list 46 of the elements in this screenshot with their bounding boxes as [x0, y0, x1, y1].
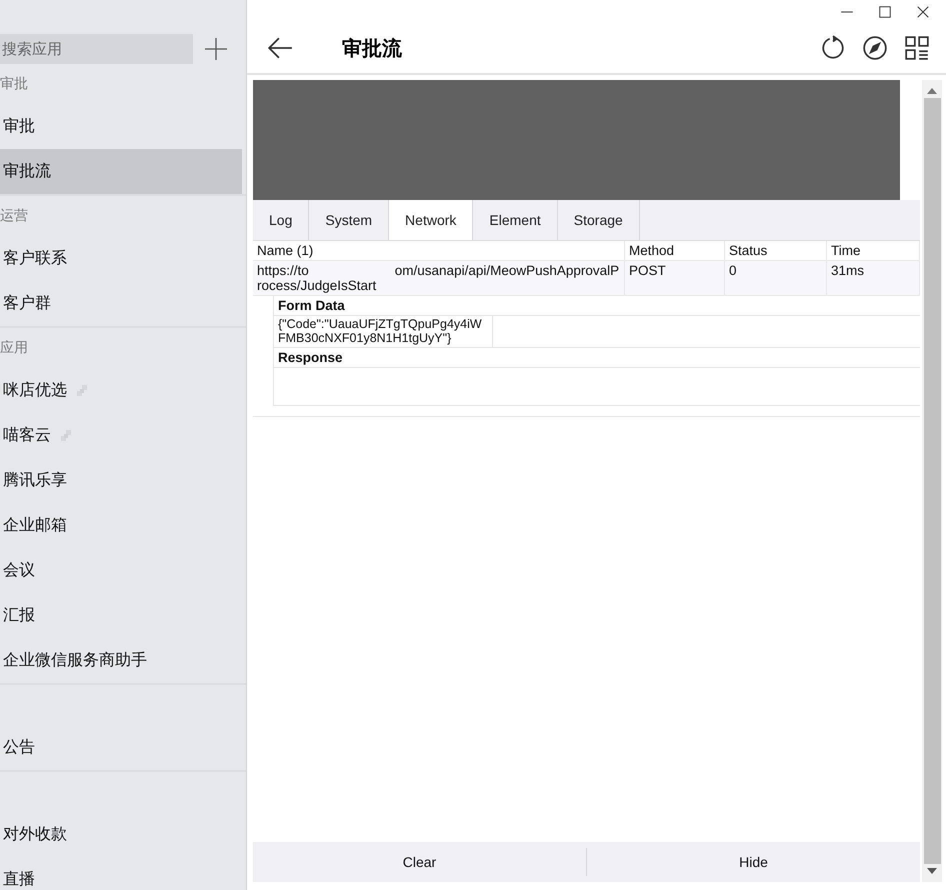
plus-icon[interactable] [205, 38, 227, 60]
maximize-icon[interactable] [878, 5, 892, 19]
sidebar-item[interactable]: 审批 [0, 104, 242, 149]
section-title: Form Data [278, 298, 345, 313]
sidebar-item[interactable]: 喵客云 [0, 413, 242, 458]
table-cell: POST [625, 261, 725, 295]
section-title: Response [278, 350, 343, 365]
back-arrow-icon[interactable] [267, 35, 293, 61]
group-label: 应用 [0, 339, 28, 357]
scroll-up-icon[interactable] [927, 88, 937, 94]
group-label: 审批 [0, 75, 28, 93]
sidebar-item[interactable]: 对外收款 [0, 812, 242, 857]
table-cell: 0 [725, 261, 827, 295]
close-icon[interactable] [916, 5, 930, 19]
console-button[interactable]: Hide [587, 842, 920, 882]
search-field[interactable]: 搜索应用 [0, 34, 193, 64]
column-header: Time [827, 241, 920, 260]
tab[interactable]: Log [253, 200, 310, 240]
sidebar-item[interactable]: 汇报 [0, 593, 242, 638]
sidebar-item[interactable]: 咪店优选 [0, 368, 242, 413]
sidebar-item[interactable]: 企业邮箱 [0, 503, 242, 548]
column-header: Method [625, 241, 725, 260]
sidebar-item[interactable]: 客户联系 [0, 236, 242, 281]
sidebar-item[interactable]: 客户群 [0, 281, 242, 326]
tab[interactable]: Element [473, 200, 558, 240]
tab[interactable]: Network [389, 200, 474, 240]
url-text: https://to om/usanapi/api/MeowPushApprovalProcess/JudgeIsStart [257, 263, 620, 293]
scroll-down-icon[interactable] [927, 868, 937, 874]
refresh-icon[interactable] [820, 35, 846, 61]
sidebar-item[interactable]: 公告 [0, 725, 242, 770]
sidebar-item[interactable]: 直播 [0, 857, 242, 890]
sidebar-item[interactable]: 会议 [0, 548, 242, 593]
page-title: 审批流 [342, 34, 403, 62]
sidebar-item[interactable]: 审批流 [0, 149, 242, 194]
column-header: Name (1) [253, 241, 625, 260]
sidebar-item[interactable]: 腾讯乐享 [0, 458, 242, 503]
compass-icon[interactable] [862, 35, 888, 61]
sidebar-item[interactable]: 企业微信服务商助手 [0, 638, 242, 683]
table-cell: 31ms [827, 261, 920, 295]
tab[interactable]: Storage [558, 200, 640, 240]
group-label: 运营 [0, 207, 28, 225]
scrollbar[interactable] [922, 80, 942, 882]
form-data-value: {"Code":"UauaUFjZTgTQpuPg4y4iWFMB30cNXF01y8N1H1tgUyY"} [274, 316, 493, 347]
console-button[interactable]: Clear [253, 842, 586, 882]
grid-icon[interactable] [904, 35, 930, 61]
column-header: Status [725, 241, 827, 260]
